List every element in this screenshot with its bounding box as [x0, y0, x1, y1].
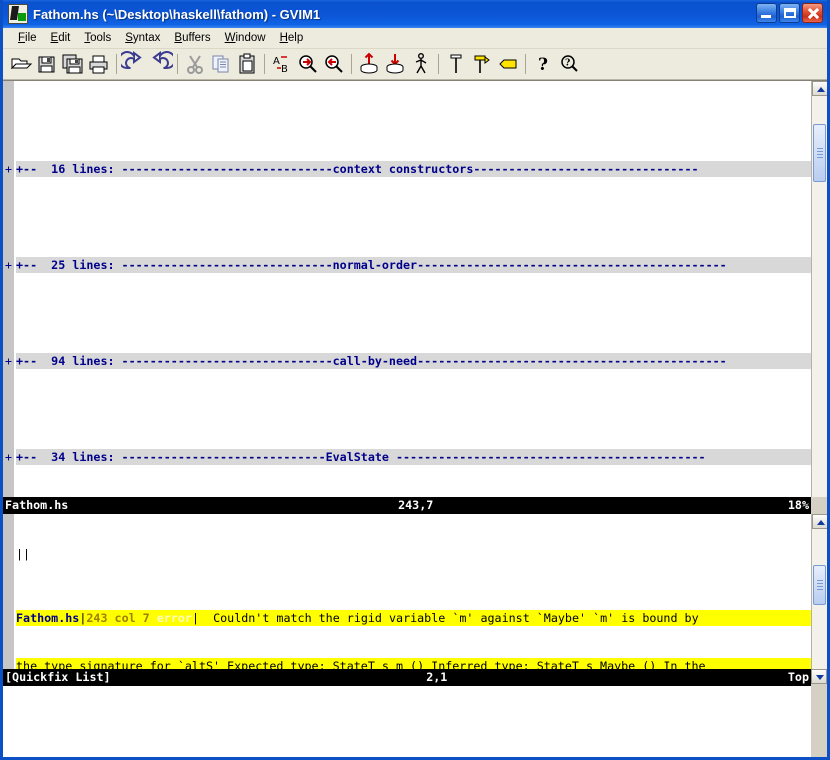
toolbar: A B — [3, 49, 827, 80]
help-icon[interactable]: ? — [530, 51, 556, 77]
cut-icon[interactable] — [182, 51, 208, 77]
quickfix-status-percent: Top — [763, 669, 811, 686]
fold-marker[interactable]: + — [3, 353, 14, 369]
fold-marker[interactable]: + — [3, 257, 14, 273]
load-session-icon[interactable] — [356, 51, 382, 77]
quickfix-scroll-track[interactable] — [812, 529, 827, 669]
copy-icon[interactable] — [208, 51, 234, 77]
find-replace-icon[interactable]: A B — [269, 51, 295, 77]
separator-6 — [521, 51, 530, 77]
menu-buffers[interactable]: Buffers — [167, 30, 217, 46]
quickfix-error-message: Couldn't match the rigid variable `m' ag… — [199, 611, 699, 625]
svg-text:A: A — [273, 56, 280, 67]
editor-fold-column[interactable]: + + + + + - | | | | | | — [3, 81, 14, 497]
redo-icon[interactable] — [147, 51, 173, 77]
fold-line[interactable]: +-- 34 lines: --------------------------… — [16, 449, 811, 465]
title-bar: Fathom.hs (~\Desktop\haskell\fathom) - G… — [3, 0, 827, 28]
quickfix-error-lnum: 243 col 7 — [86, 611, 149, 625]
quickfix-scrollbar[interactable] — [811, 514, 827, 669]
scrollbar-column — [811, 81, 827, 757]
menu-window[interactable]: Window — [218, 30, 273, 46]
quickfix-error-type: error — [150, 611, 192, 625]
editor-scroll-thumb[interactable] — [813, 124, 826, 182]
fold-line[interactable]: +-- 16 lines: --------------------------… — [16, 161, 811, 177]
svg-text:B: B — [281, 64, 288, 75]
scroll-up-arrow[interactable] — [812, 81, 827, 96]
save-session-icon[interactable] — [382, 51, 408, 77]
vim-client-area: + + + + + - | | | | | | — [3, 80, 827, 757]
menu-edit[interactable]: Edit — [44, 30, 78, 46]
find-prev-icon[interactable] — [321, 51, 347, 77]
svg-text:?: ? — [565, 59, 570, 69]
fold-marker[interactable]: + — [3, 161, 14, 177]
save-icon[interactable] — [34, 51, 60, 77]
print-icon[interactable] — [86, 51, 112, 77]
editor-scrollbar[interactable] — [811, 81, 827, 497]
separator-4 — [347, 51, 356, 77]
menu-bar: File Edit Tools Syntax Buffers Window He… — [3, 28, 827, 49]
quickfix-scroll-up-arrow[interactable] — [812, 514, 827, 529]
menu-help[interactable]: Help — [273, 30, 311, 46]
make-icon[interactable] — [443, 51, 469, 77]
separator-3 — [260, 51, 269, 77]
quickfix-status-line: [Quickfix List] 2,1 Top — [3, 669, 811, 686]
save-all-icon[interactable] — [60, 51, 86, 77]
quickfix-error-line-1[interactable]: Fathom.hs|243 col 7 error| Couldn't matc… — [16, 610, 811, 626]
separator-2 — [173, 51, 182, 77]
run-script-icon[interactable] — [408, 51, 434, 77]
maximize-button[interactable] — [779, 3, 800, 23]
status-filename: Fathom.hs — [3, 497, 68, 514]
fold-line[interactable]: +-- 94 lines: --------------------------… — [16, 353, 811, 369]
quickfix-scrollbar-spacer — [811, 669, 827, 686]
quickfix-status-name: [Quickfix List] — [3, 669, 111, 686]
editor-scroll-track[interactable] — [812, 96, 827, 497]
command-line-area — [3, 686, 811, 757]
editor-text[interactable]: +-- 16 lines: --------------------------… — [14, 81, 811, 497]
quickfix-text[interactable]: || Fathom.hs|243 col 7 error| Couldn't m… — [14, 514, 811, 669]
menu-tools[interactable]: Tools — [77, 30, 118, 46]
fold-marker[interactable]: + — [3, 449, 14, 465]
quickfix-fold-column — [3, 514, 14, 669]
quickfix-line[interactable]: || — [16, 546, 811, 562]
menu-syntax[interactable]: Syntax — [118, 30, 167, 46]
quickfix-error-line-2[interactable]: the type signature for `altS' Expected t… — [16, 658, 811, 669]
scrollbar-bottom-filler — [811, 686, 827, 757]
svg-text:?: ? — [538, 55, 548, 75]
editor-status-line: Fathom.hs 243,7 18% — [3, 497, 811, 514]
separator-1 — [112, 51, 121, 77]
status-cursor-position: 243,7 — [398, 497, 433, 514]
scroll-down-arrow[interactable] — [811, 669, 827, 684]
separator-5 — [434, 51, 443, 77]
gvim-window: Fathom.hs (~\Desktop\haskell\fathom) - G… — [0, 0, 830, 760]
paste-icon[interactable] — [234, 51, 260, 77]
quickfix-error-file: Fathom.hs — [16, 611, 79, 625]
minimize-button[interactable] — [756, 3, 777, 23]
fold-line[interactable]: +-- 25 lines: --------------------------… — [16, 257, 811, 273]
quickfix-scroll-thumb[interactable] — [813, 565, 826, 605]
close-button[interactable] — [802, 3, 823, 23]
quickfix-pane[interactable]: || Fathom.hs|243 col 7 error| Couldn't m… — [3, 514, 811, 669]
find-next-icon[interactable] — [295, 51, 321, 77]
editor-pane[interactable]: + + + + + - | | | | | | — [3, 81, 811, 497]
build-tags-icon[interactable] — [469, 51, 495, 77]
window-title: Fathom.hs (~\Desktop\haskell\fathom) - G… — [33, 7, 320, 22]
window-controls — [756, 3, 823, 23]
gvim-icon — [8, 4, 28, 24]
editor-scrollbar-spacer — [811, 497, 827, 514]
status-scroll-percent: 18% — [763, 497, 811, 514]
jump-tag-icon[interactable] — [495, 51, 521, 77]
quickfix-status-position: 2,1 — [426, 669, 447, 686]
undo-icon[interactable] — [121, 51, 147, 77]
open-icon[interactable] — [8, 51, 34, 77]
menu-file[interactable]: File — [11, 30, 44, 46]
find-help-icon[interactable]: ? — [556, 51, 582, 77]
